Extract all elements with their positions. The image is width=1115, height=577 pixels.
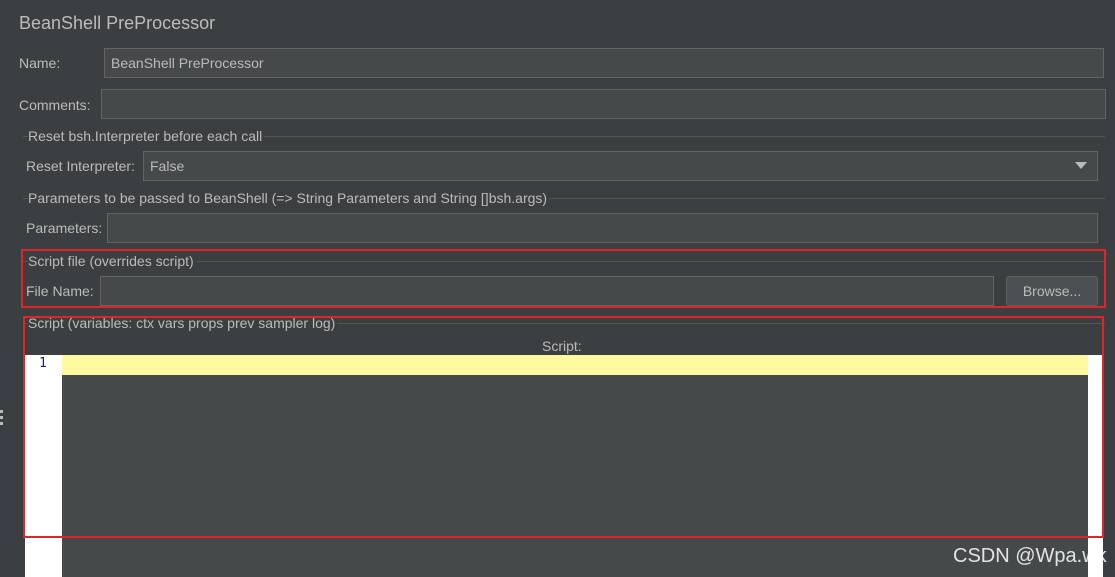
chevron-down-icon[interactable] bbox=[1075, 162, 1087, 169]
name-label: Name: bbox=[19, 55, 61, 71]
script-file-highlight bbox=[21, 249, 1106, 308]
parameters-label: Parameters: bbox=[26, 220, 103, 236]
reset-group-title: Reset bsh.Interpreter before each call bbox=[28, 128, 265, 144]
params-group-title: Parameters to be passed to BeanShell (=>… bbox=[28, 190, 550, 206]
script-highlight bbox=[23, 316, 1104, 538]
reset-interpreter-value: False bbox=[150, 158, 185, 174]
resize-grip-icon[interactable] bbox=[0, 410, 3, 430]
reset-interpreter-select[interactable]: False bbox=[143, 151, 1098, 181]
comments-label: Comments: bbox=[19, 97, 91, 113]
watermark: CSDN @Wpa.wk bbox=[953, 545, 1107, 567]
parameters-field[interactable] bbox=[107, 213, 1098, 243]
name-field[interactable]: BeanShell PreProcessor bbox=[104, 48, 1104, 78]
beanshell-preprocessor-panel: BeanShell PreProcessor Name: BeanShell P… bbox=[0, 0, 1115, 577]
reset-interpreter-label: Reset Interpreter: bbox=[26, 158, 135, 174]
comments-field[interactable] bbox=[101, 89, 1106, 119]
panel-title: BeanShell PreProcessor bbox=[19, 13, 216, 33]
